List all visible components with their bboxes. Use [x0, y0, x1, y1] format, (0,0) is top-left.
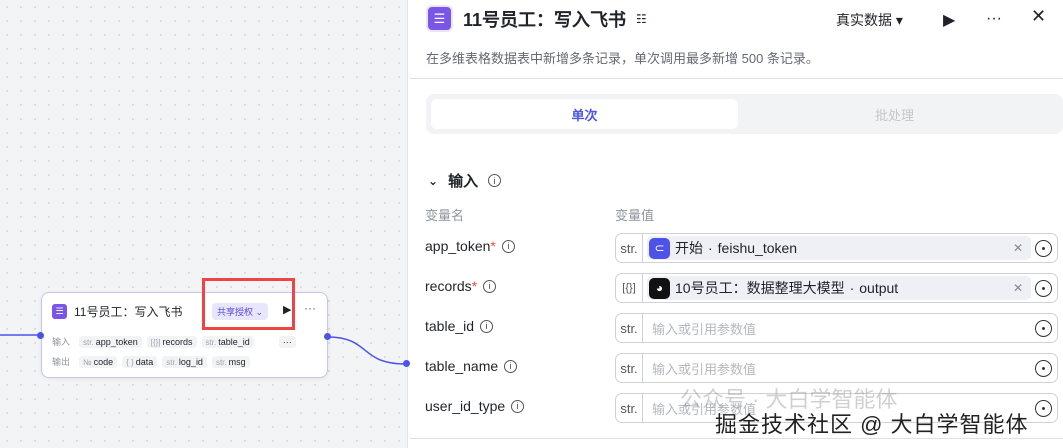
param-label: user_id_type i	[425, 398, 525, 414]
param-label: records* i	[425, 278, 497, 294]
llm-node-icon: ◕	[649, 277, 670, 299]
node-output-port[interactable]	[324, 333, 331, 340]
param-label: app_token* i	[425, 238, 515, 254]
placeholder: 输入或引用参数值	[652, 321, 757, 337]
output-chip: № code	[79, 355, 118, 368]
variable-picker-icon[interactable]	[1035, 359, 1052, 377]
input-section-header[interactable]: ⌄ 输入 i	[428, 170, 502, 191]
node-input-port[interactable]	[37, 332, 44, 339]
info-icon: i	[501, 239, 515, 253]
output-chip: str. msg	[211, 355, 250, 368]
app-token-field[interactable]: str. ⊂ 开始 · feishu_token ✕	[615, 233, 1058, 263]
info-icon: i	[488, 174, 502, 187]
column-value-header: 变量值	[615, 208, 655, 223]
reference-chip: ⊂ 开始 · feishu_token ✕	[647, 236, 1031, 260]
more-icon[interactable]: ···	[986, 10, 1002, 28]
divider	[410, 78, 1063, 79]
watermark-line2: 掘金技术社区 @ 大白学智能体	[715, 412, 1029, 437]
type-tag: str.	[616, 354, 643, 382]
run-icon[interactable]: ▶	[943, 10, 955, 30]
reference-chip: ◕ 10号员工：数据整理大模型 · output ✕	[647, 276, 1031, 300]
clear-icon[interactable]: ✕	[1013, 241, 1023, 255]
node-config-panel: ☰ 11号员工：写入飞书 ☷ 真实数据 ▾ ▶ ··· ✕ 在多维表格数据表中新增多…	[410, 0, 1063, 448]
variable-picker-icon[interactable]	[1035, 399, 1052, 417]
param-label: table_name i	[425, 358, 518, 374]
param-label: table_id i	[425, 318, 494, 334]
node-title: 11号员工：写入飞书	[74, 305, 183, 319]
chevron-down-icon: ⌄	[428, 173, 439, 188]
tab-single[interactable]: 单次	[431, 99, 738, 129]
type-tag: str.	[616, 394, 643, 422]
tab-batch[interactable]: 批处理	[741, 99, 1048, 129]
edit-icon[interactable]: ☷	[636, 12, 647, 26]
placeholder: 输入或引用参数值	[652, 361, 757, 377]
mode-tabs: 单次 批处理	[426, 94, 1063, 134]
output-label: 输出	[52, 357, 71, 367]
input-chip: str. table_id	[201, 335, 254, 348]
section-title: 输入	[448, 173, 479, 190]
input-chip: [{}] records	[146, 335, 197, 348]
input-label: 输入	[52, 337, 71, 347]
more-icon[interactable]: ···	[304, 301, 316, 315]
table-name-field[interactable]: str. 输入或引用参数值	[615, 353, 1058, 383]
type-tag: str.	[616, 234, 643, 262]
panel-title: 11号员工：写入飞书	[463, 9, 627, 30]
type-tag: str.	[616, 314, 643, 342]
output-chip: { } data	[122, 355, 158, 368]
variable-picker-icon[interactable]	[1035, 239, 1052, 257]
node-outputs: 输出 № code { } data str. log_id str. msg	[52, 355, 250, 368]
node-inputs: 输入 str. app_token [{}] records str. table_i…	[52, 335, 296, 348]
input-chip: str. app_token	[79, 335, 142, 348]
column-name-header: 变量名	[425, 208, 465, 223]
records-field[interactable]: [{}] ◕ 10号员工：数据整理大模型 · output ✕	[615, 273, 1058, 303]
info-icon: i	[511, 399, 525, 413]
panel-description: 在多维表格数据表中新增多条记录，单次调用最多新增 500 条记录。	[426, 51, 819, 66]
variable-picker-icon[interactable]	[1035, 279, 1052, 297]
data-mode-dropdown[interactable]: 真实数据 ▾	[836, 10, 903, 30]
table-icon: ☰	[52, 304, 67, 319]
table-icon: ☰	[426, 5, 453, 32]
type-tag: [{}]	[616, 274, 643, 302]
output-chip: str. log_id	[162, 355, 207, 368]
input-port[interactable]	[403, 360, 410, 367]
variable-picker-icon[interactable]	[1035, 319, 1052, 337]
more-inputs-chip[interactable]: ···	[278, 335, 296, 348]
close-icon[interactable]: ✕	[1031, 6, 1046, 27]
connection-lines	[0, 334, 406, 365]
info-icon: i	[480, 319, 494, 333]
start-node-icon: ⊂	[649, 237, 670, 259]
info-icon: i	[483, 279, 497, 293]
table-id-field[interactable]: str. 输入或引用参数值	[615, 313, 1058, 343]
highlight-box	[202, 278, 295, 330]
clear-icon[interactable]: ✕	[1013, 281, 1023, 295]
workflow-canvas[interactable]: ☰ 11号员工：写入飞书 共享授权 ⌄ ▶ ··· 输入 str. app_toke…	[0, 0, 410, 448]
info-icon: i	[504, 359, 518, 373]
